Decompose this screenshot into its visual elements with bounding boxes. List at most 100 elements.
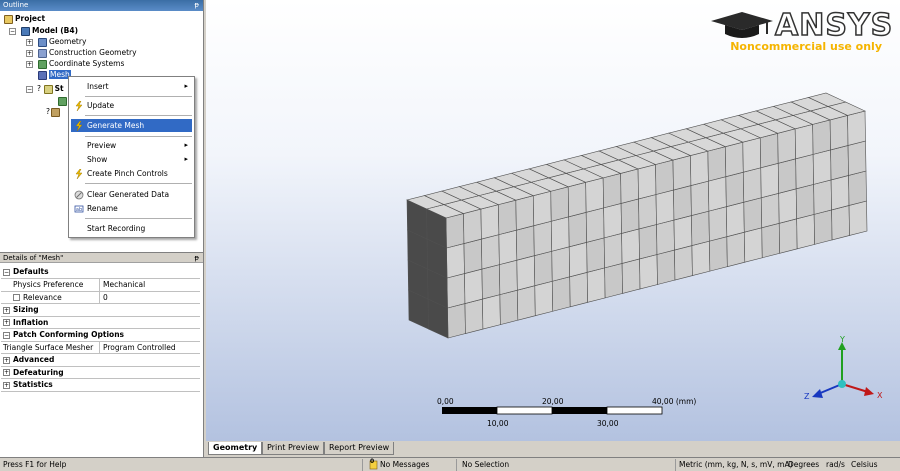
y-axis-label: Y	[839, 335, 845, 344]
mesh-element-front	[481, 264, 501, 300]
mesh-element-front	[742, 137, 762, 173]
mesh-element-front	[481, 234, 500, 270]
status-messages[interactable]: No Messages	[380, 458, 429, 471]
tab-geometry[interactable]: Geometry	[208, 442, 263, 455]
details-section-defaults[interactable]: − Defaults	[1, 266, 200, 279]
collapse-icon[interactable]: −	[3, 268, 10, 276]
menu-label: Create Pinch Controls	[87, 169, 168, 178]
menu-separator	[85, 115, 192, 116]
menu-item-generate-mesh[interactable]: Generate Mesh	[71, 119, 192, 132]
messages-count: 0	[370, 458, 375, 465]
details-section-defeaturing[interactable]: + Defeaturing	[1, 367, 200, 379]
tree-item-solution[interactable]: ?	[46, 106, 62, 117]
mesh-element-front	[532, 190, 552, 227]
status-angle-units[interactable]: Degrees	[788, 458, 819, 471]
mesh-element-front	[568, 241, 588, 278]
tree-item-static-structural[interactable]: ? St	[37, 83, 64, 94]
mesh-element-front	[777, 128, 796, 164]
details-title: Details of "Mesh"	[3, 254, 64, 262]
menu-item-clear-generated-data[interactable]: Clear Generated Data	[71, 188, 192, 201]
mesh-element-front	[795, 183, 815, 220]
mesh-element-front	[569, 271, 588, 308]
menu-item-rename[interactable]: ab Rename	[71, 202, 192, 215]
menu-item-update[interactable]: Update	[71, 99, 192, 112]
tree-label: St	[54, 84, 64, 93]
tree-item-construction-geometry[interactable]: Construction Geometry	[38, 47, 137, 58]
expand-icon[interactable]: +	[26, 39, 33, 46]
tree-label: Coordinate Systems	[49, 59, 125, 68]
details-section-advanced[interactable]: + Advanced	[1, 354, 200, 367]
status-help: Press F1 for Help	[3, 460, 67, 469]
mesh-element-front	[673, 185, 692, 221]
mesh-element-front	[725, 171, 745, 208]
pin-icon[interactable]: ᵽ	[194, 0, 199, 11]
tree-item-project[interactable]: Project	[4, 13, 45, 24]
property-key: Relevance	[23, 292, 62, 302]
menu-item-insert[interactable]: Insert ▸	[71, 80, 192, 93]
expand-icon[interactable]: +	[26, 50, 33, 57]
mesh-element-front	[585, 177, 604, 213]
mesh-element-front	[708, 206, 728, 242]
mesh-element-front	[794, 123, 814, 160]
menu-label: Rename	[87, 204, 118, 213]
mesh-element-front	[463, 238, 483, 274]
mesh-element-front	[691, 210, 710, 246]
tab-print-preview[interactable]: Print Preview	[262, 442, 325, 455]
menu-item-start-recording[interactable]: Start Recording	[71, 222, 192, 235]
mesh-element-front	[813, 209, 833, 245]
expand-icon[interactable]: +	[3, 369, 10, 376]
section-label: Sizing	[13, 305, 39, 314]
status-temperature-units[interactable]: Celsius	[851, 458, 878, 471]
mesh-element-front	[637, 164, 657, 200]
status-divider	[362, 459, 363, 471]
mesh-element-front	[691, 240, 711, 276]
mesh-element-front	[550, 186, 570, 222]
mesh-element-front	[463, 208, 482, 244]
menu-item-create-pinch-controls[interactable]: Create Pinch Controls	[71, 167, 192, 180]
property-value[interactable]: 0	[99, 291, 108, 304]
mesh-icon	[38, 70, 47, 80]
tab-report-preview[interactable]: Report Preview	[324, 442, 395, 455]
meshed-beam-model[interactable]	[206, 0, 900, 441]
checkbox[interactable]	[13, 294, 20, 301]
status-angular-velocity-units[interactable]: rad/s	[826, 458, 845, 471]
ruler-label: 0,00	[437, 397, 454, 406]
x-axis-label: X	[877, 391, 883, 400]
expand-icon[interactable]: +	[3, 356, 10, 364]
details-section-inflation[interactable]: + Inflation	[1, 317, 200, 329]
model-icon	[21, 26, 30, 36]
mesh-element-front	[760, 162, 780, 199]
pin-icon[interactable]: ᵽ	[194, 253, 199, 263]
tree-item-model[interactable]: Model (B4)	[21, 25, 78, 36]
collapse-icon[interactable]: −	[3, 331, 10, 339]
mesh-element-front	[550, 216, 570, 252]
axis-triad[interactable]: Y X Z	[804, 334, 888, 404]
menu-item-preview[interactable]: Preview ▸	[71, 139, 192, 152]
graphics-viewport[interactable]: ANSYS Noncommercial use only 0,00 20,00 …	[206, 0, 900, 441]
status-units[interactable]: Metric (mm, kg, N, s, mV, mA)	[679, 458, 793, 471]
lightning-icon	[75, 121, 83, 131]
details-row-triangle-surface-mesher[interactable]: Triangle Surface Mesher Program Controll…	[1, 341, 200, 354]
expand-icon[interactable]: +	[3, 319, 10, 326]
expand-icon[interactable]: +	[26, 61, 33, 68]
collapse-icon[interactable]: −	[26, 86, 33, 93]
tree-item-mesh[interactable]: Mesh	[38, 69, 71, 80]
expand-icon[interactable]: +	[3, 306, 10, 314]
details-row-relevance[interactable]: Relevance 0	[1, 291, 200, 304]
menu-separator	[85, 136, 192, 137]
details-section-patch-conforming[interactable]: − Patch Conforming Options	[1, 329, 200, 342]
tree-label: Geometry	[49, 37, 87, 46]
mesh-element-front	[690, 180, 710, 216]
details-row-physics-preference[interactable]: Physics Preference Mechanical	[1, 279, 200, 292]
property-value[interactable]: Mechanical	[99, 279, 145, 291]
section-label: Defaults	[13, 267, 49, 276]
expand-icon[interactable]: +	[3, 381, 10, 389]
details-section-sizing[interactable]: + Sizing	[1, 304, 200, 317]
menu-item-show[interactable]: Show ▸	[71, 153, 192, 166]
collapse-icon[interactable]: −	[9, 28, 16, 35]
tree-item-coordinate-systems[interactable]: Coordinate Systems	[38, 58, 124, 69]
property-value[interactable]: Program Controlled	[99, 341, 176, 354]
mesh-element-front	[778, 218, 798, 254]
tree-item-geometry[interactable]: Geometry	[38, 36, 86, 47]
details-section-statistics[interactable]: + Statistics	[1, 379, 200, 392]
